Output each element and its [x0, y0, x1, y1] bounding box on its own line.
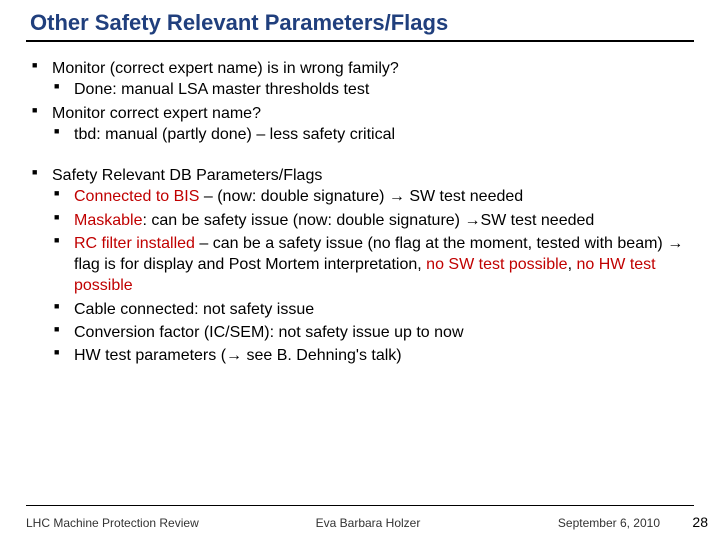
arrow-icon: →	[226, 347, 242, 364]
text: tbd: manual (partly done) – less safety …	[74, 126, 395, 143]
arrow-icon: →	[667, 235, 683, 252]
footer-rule	[26, 505, 694, 506]
bullet-monitor-wrong-family: Monitor (correct expert name) is in wron…	[32, 58, 692, 101]
sub-done-lsa: Done: manual LSA master thresholds test	[52, 79, 692, 100]
sub-rc-filter: RC filter installed – can be a safety is…	[52, 233, 692, 297]
text: see B. Dehning's talk)	[242, 347, 402, 364]
slide-title: Other Safety Relevant Parameters/Flags	[30, 10, 448, 36]
bullet-db-params: Safety Relevant DB Parameters/Flags Conn…	[32, 165, 692, 366]
arrow-icon: →	[389, 188, 405, 205]
text: Monitor (correct expert name) is in wron…	[52, 60, 399, 77]
sub-conversion-factor: Conversion factor (IC/SEM): not safety i…	[52, 322, 692, 343]
sub-tbd-manual: tbd: manual (partly done) – less safety …	[52, 124, 692, 145]
red-text: RC filter installed	[74, 235, 195, 252]
sub-maskable: Maskable: can be safety issue (now: doub…	[52, 210, 692, 231]
page-number: 28	[692, 514, 708, 530]
red-text: no SW test possible	[426, 256, 567, 273]
sub-cable-connected: Cable connected: not safety issue	[52, 299, 692, 320]
bullet-monitor-expert-name: Monitor correct expert name? tbd: manual…	[32, 103, 692, 146]
text: Safety Relevant DB Parameters/Flags	[52, 167, 322, 184]
text: HW test parameters (	[74, 347, 226, 364]
footer: LHC Machine Protection Review Eva Barbar…	[26, 512, 710, 530]
text: Monitor correct expert name?	[52, 105, 261, 122]
block-1: Monitor (correct expert name) is in wron…	[32, 58, 692, 145]
text: Conversion factor (IC/SEM): not safety i…	[74, 324, 464, 341]
text: flag is for display and Post Mortem inte…	[74, 256, 426, 273]
block-2: Safety Relevant DB Parameters/Flags Conn…	[32, 165, 692, 366]
footer-right: September 6, 2010	[558, 516, 660, 530]
sub-connected-to-bis: Connected to BIS – (now: double signatur…	[52, 186, 692, 207]
text: SW test needed	[480, 212, 594, 229]
text: SW test needed	[405, 188, 523, 205]
text: : can be safety issue (now: double signa…	[142, 212, 464, 229]
arrow-icon: →	[464, 212, 480, 229]
slide-body: Monitor (correct expert name) is in wron…	[32, 58, 692, 368]
title-rule	[26, 40, 694, 42]
red-text: Maskable	[74, 212, 142, 229]
red-text: Connected to BIS	[74, 188, 199, 205]
text: Done: manual LSA master thresholds test	[74, 81, 369, 98]
text: – (now: double signature)	[199, 188, 388, 205]
text: Cable connected: not safety issue	[74, 301, 314, 318]
sub-hw-test-params: HW test parameters (→ see B. Dehning's t…	[52, 345, 692, 366]
slide: Other Safety Relevant Parameters/Flags M…	[0, 0, 720, 540]
text: – can be a safety issue (no flag at the …	[195, 235, 667, 252]
spacer	[32, 147, 692, 165]
